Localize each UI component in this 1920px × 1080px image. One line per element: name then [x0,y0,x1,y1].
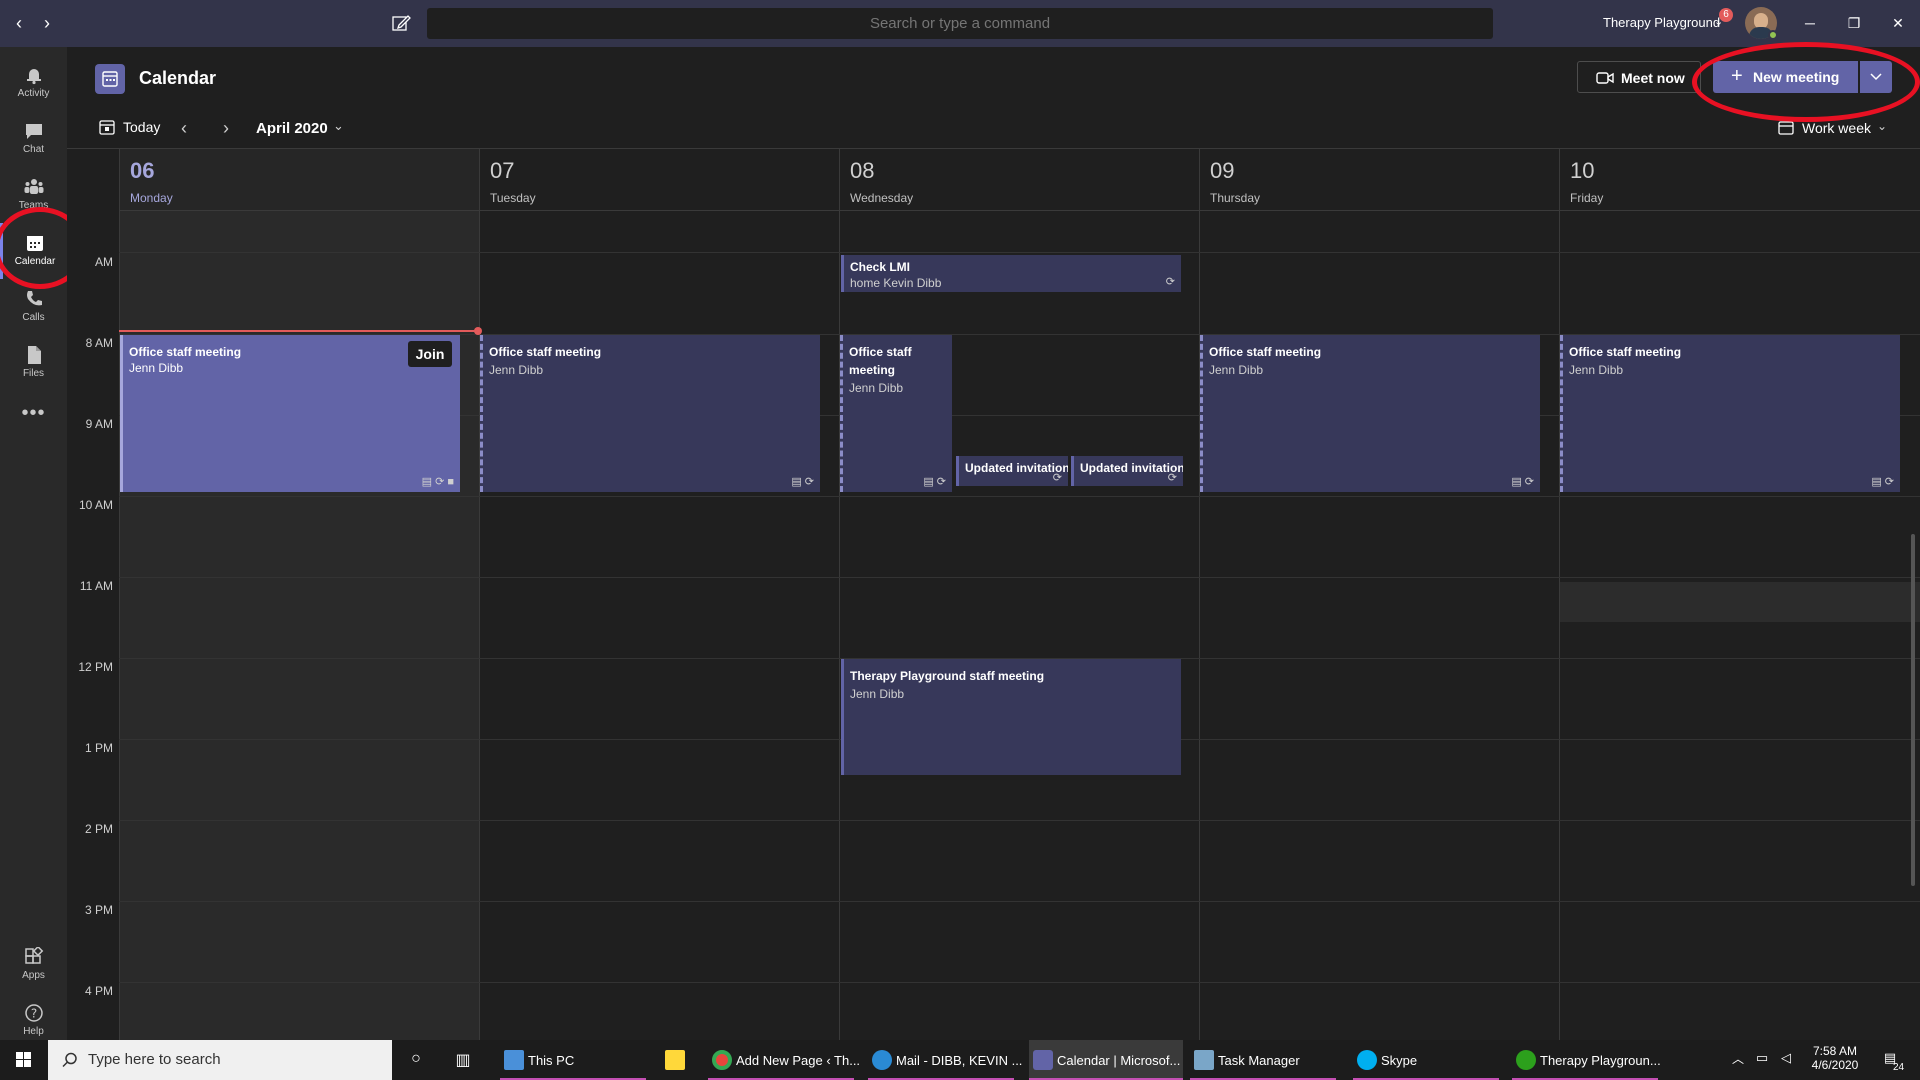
taskbar-app-chrome[interactable]: Add New Page ‹ Th... [708,1040,860,1080]
event-check-lmi[interactable]: Check LMI home Kevin Dibb ⟳ [841,255,1181,292]
current-time-indicator [119,330,479,332]
task-manager-icon [1194,1050,1214,1070]
event-office-staff-meeting-thursday[interactable]: Office staff meeting Jenn Dibb ▤ ⟳ [1200,335,1540,492]
recurring-icon: ⟳ [1165,276,1175,288]
file-icon [27,346,41,364]
recurring-icon: ⟳ [1052,472,1062,484]
compose-icon[interactable] [390,12,412,34]
today-button[interactable]: Today [99,119,160,135]
rail-item-chat[interactable]: Chat [0,111,67,167]
store-icon[interactable] [665,1050,685,1070]
task-view-icon[interactable]: ▥ [453,1050,473,1070]
annotation-circle-new-meeting [1692,42,1920,122]
rail-item-files[interactable]: Files [0,335,67,391]
apps-icon [24,947,43,964]
chat-icon [25,124,42,139]
event-therapy-playground-staff-meeting[interactable]: Therapy Playground staff meeting Jenn Di… [841,659,1181,775]
taskbar-app-skype[interactable]: Skype [1353,1040,1499,1080]
windows-start-icon[interactable] [0,1040,48,1080]
cortana-icon[interactable]: ○ [406,1050,426,1070]
vertical-scrollbar[interactable] [1911,534,1915,886]
rail-item-apps[interactable]: Apps [0,937,67,993]
event-updated-invitation-1[interactable]: Updated invitation ⟳ [956,456,1068,486]
org-switcher[interactable]: Therapy Playground [1603,15,1720,30]
day-header[interactable]: 07 Tuesday [480,149,839,211]
calendar-grid: 06 Monday 07 Tuesday 08 Wednesday 09 Thu… [67,148,1920,1041]
event-office-staff-meeting-wednesday[interactable]: Office staff meeting Jenn Dibb ▤ ⟳ [840,335,952,492]
chevron-up-icon[interactable]: ︿ [1728,1050,1748,1070]
time-gutter: AM 8 AM 9 AM 10 AM 11 AM 12 PM 1 PM 2 PM… [78,255,113,998]
event-office-staff-meeting-friday[interactable]: Office staff meeting Jenn Dibb ▤ ⟳ [1560,335,1900,492]
skype-icon [1357,1050,1377,1070]
day-header[interactable]: 10 Friday [1560,149,1920,211]
notification-badge: 6 [1719,8,1733,22]
recurring-icon: ⟳ [1167,472,1177,484]
back-arrow-icon[interactable]: ‹ [8,12,30,34]
command-search-input[interactable] [427,8,1493,39]
title-bar: ‹ › Therapy Playground ⌄ 6 ─ ❐ ✕ [0,0,1920,47]
event-office-staff-meeting-tuesday[interactable]: Office staff meeting Jenn Dibb ▤ ⟳ [480,335,820,492]
chrome-icon [712,1050,732,1070]
meeting-icons: ▤ ⟳ [1871,476,1894,488]
join-button[interactable]: Join [408,341,452,367]
current-time-dot [474,327,482,335]
view-selector[interactable]: Work week [1778,120,1871,136]
taskbar-app-teams-calendar[interactable]: Calendar | Microsof... [1029,1040,1183,1080]
edge-icon [872,1050,892,1070]
taskbar-search-input[interactable]: Type here to search [48,1040,392,1080]
restore-icon[interactable]: ❐ [1842,12,1866,34]
calendar-main: Calendar Meet now + New meeting Today ‹ … [67,47,1920,1041]
windows-taskbar: Type here to search ○ ▥ This PC Add New … [0,1040,1920,1080]
teams-icon [24,179,43,194]
close-icon[interactable]: ✕ [1886,12,1910,34]
taskbar-clock[interactable]: 7:58 AM 4/6/2020 [1805,1044,1865,1072]
calendar-app-icon [95,64,125,94]
page-title: Calendar [139,68,217,88]
forward-arrow-icon[interactable]: › [36,12,58,34]
notification-count: 24 [1893,1062,1905,1073]
bell-icon [26,69,41,85]
event-updated-invitation-2[interactable]: Updated invitation ⟳ [1071,456,1183,486]
chevron-down-icon[interactable]: ⌄ [333,118,344,134]
video-camera-icon [1596,72,1614,84]
rail-item-activity[interactable]: Activity [0,55,67,111]
volume-icon[interactable]: ◁ [1776,1050,1796,1070]
calendar-toolbar: Today ‹ › April 2020 ⌄ Work week ⌄ [67,109,1920,149]
meeting-icons: ▤ ⟳ ■ [421,476,454,488]
day-column-tuesday[interactable]: 07 Tuesday [479,149,839,1041]
meeting-icons: ▤ ⟳ [1511,476,1534,488]
calendar-view-icon [1778,121,1794,135]
day-column-monday[interactable]: 06 Monday [119,149,479,1041]
calendar-today-icon [99,120,115,135]
meeting-icons: ▤ ⟳ [791,476,814,488]
network-icon[interactable]: ▭ [1752,1050,1772,1070]
phone-icon [26,291,42,306]
help-icon: ? [24,1004,43,1022]
event-office-staff-meeting-monday[interactable]: Office staff meeting Jenn Dibb Join ▤ ⟳ … [120,335,460,492]
minimize-icon[interactable]: ─ [1798,12,1822,34]
taskbar-app-quickbooks[interactable]: Therapy Playgroun... [1512,1040,1661,1080]
more-apps-icon[interactable]: ••• [0,402,67,425]
taskbar-app-this-pc[interactable]: This PC [500,1040,646,1080]
day-header[interactable]: 08 Wednesday [840,149,1199,211]
unavailable-block [1560,582,1920,622]
day-header[interactable]: 09 Thursday [1200,149,1559,211]
quickbooks-icon [1516,1050,1536,1070]
presence-status-icon [1768,30,1778,40]
previous-week-icon[interactable]: ‹ [181,118,187,139]
day-header[interactable]: 06 Monday [120,149,479,211]
computer-icon [504,1050,524,1070]
taskbar-app-mail[interactable]: Mail - DIBB, KEVIN ... [868,1040,1022,1080]
app-rail: Activity Chat Teams Calendar Calls Files… [0,47,67,1040]
day-column-thursday[interactable]: 09 Thursday [1199,149,1559,1041]
teams-icon [1033,1050,1053,1070]
meet-now-button[interactable]: Meet now [1577,61,1701,93]
next-week-icon[interactable]: › [223,118,229,139]
search-icon [62,1052,77,1068]
meeting-icons: ▤ ⟳ [923,476,946,488]
taskbar-app-task-manager[interactable]: Task Manager [1190,1040,1336,1080]
svg-text:?: ? [30,1007,36,1021]
month-picker[interactable]: April 2020 [256,120,328,137]
chevron-down-icon[interactable]: ⌄ [1877,119,1887,133]
